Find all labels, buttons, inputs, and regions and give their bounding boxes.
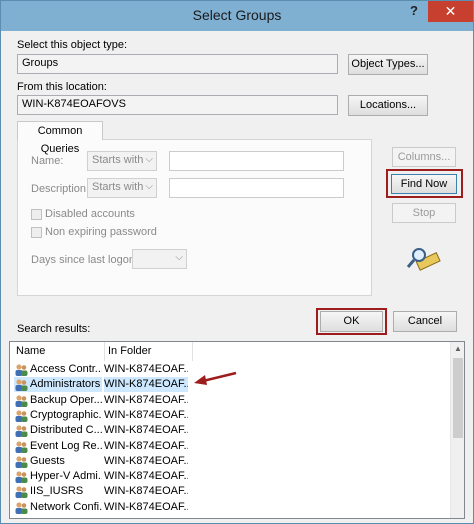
- row-folder: WIN-K874EOAF...: [104, 393, 188, 406]
- locations-button[interactable]: Locations...: [348, 95, 428, 116]
- group-icon: [15, 410, 28, 422]
- row-name-cell: Distributed C...: [14, 423, 102, 438]
- object-type-label: Select this object type:: [17, 39, 128, 51]
- days-since-logon-label: Days since last logon:: [31, 254, 138, 266]
- row-name-cell: Backup Oper...: [14, 393, 102, 408]
- row-folder: WIN-K874EOAF...: [104, 377, 188, 393]
- table-row[interactable]: Backup Oper... WIN-K874EOAF...: [10, 393, 450, 408]
- row-name: Network Confi...: [30, 500, 102, 513]
- row-name-cell: Guests: [14, 454, 102, 469]
- cancel-button[interactable]: Cancel: [393, 311, 457, 332]
- group-icon: [15, 486, 28, 499]
- chevron-down-icon: ⌵: [145, 154, 153, 165]
- help-button[interactable]: ?: [403, 3, 425, 23]
- object-type-field: Groups: [17, 54, 338, 74]
- description-input[interactable]: [169, 178, 344, 198]
- object-types-button[interactable]: Object Types...: [348, 54, 428, 75]
- table-row[interactable]: Cryptographic... WIN-K874EOAF...: [10, 408, 450, 423]
- column-divider[interactable]: [192, 342, 193, 361]
- row-name: Guests: [30, 454, 65, 467]
- red-arrow-icon: [191, 369, 239, 387]
- column-header-name[interactable]: Name: [16, 342, 45, 361]
- row-name-cell: Hyper-V Admi...: [14, 469, 102, 484]
- row-name: Event Log Re...: [30, 439, 102, 452]
- find-now-button[interactable]: Find Now: [391, 174, 457, 194]
- row-folder: WIN-K874EOAF...: [104, 439, 188, 452]
- non-expiring-password-checkbox[interactable]: [31, 227, 42, 238]
- table-row[interactable]: Guests WIN-K874EOAF...: [10, 454, 450, 469]
- column-header-folder[interactable]: In Folder: [108, 342, 151, 361]
- scroll-up-icon[interactable]: ▲: [454, 344, 462, 353]
- row-name: Backup Oper...: [30, 393, 102, 406]
- row-name: Administrators: [30, 378, 101, 391]
- name-label: Name:: [31, 155, 64, 167]
- close-icon: ✕: [444, 3, 457, 19]
- table-row[interactable]: IIS_IUSRS WIN-K874EOAF...: [10, 484, 450, 499]
- title-bar: Select Groups ? ✕: [1, 1, 473, 31]
- row-name: Access Contr...: [30, 363, 102, 375]
- description-mode-select[interactable]: Starts with ⌵: [87, 178, 157, 198]
- table-row[interactable]: Network Confi... WIN-K874EOAF...: [10, 500, 450, 515]
- days-since-logon-select[interactable]: ⌵: [132, 249, 187, 269]
- table-row[interactable]: Hyper-V Admi... WIN-K874EOAF...: [10, 469, 450, 484]
- select-groups-dialog: Select Groups ? ✕ Select this object typ…: [0, 0, 474, 524]
- group-icon: [15, 364, 28, 376]
- row-name-cell: Access Contr...: [14, 362, 102, 377]
- chevron-down-icon: ⌵: [175, 252, 183, 263]
- row-folder: WIN-K874EOAF...: [104, 470, 188, 483]
- row-folder: WIN-K874EOAF...: [104, 408, 188, 421]
- disabled-accounts-label: Disabled accounts: [45, 208, 135, 220]
- results-scrollbar[interactable]: ▲: [450, 342, 464, 518]
- columns-button[interactable]: Columns...: [392, 147, 456, 167]
- row-name: Hyper-V Admi...: [30, 470, 102, 483]
- group-icon: [15, 456, 28, 468]
- description-label: Description:: [31, 183, 90, 195]
- row-name: Distributed C...: [30, 424, 102, 437]
- row-name-cell: Administrators: [14, 377, 102, 393]
- table-row[interactable]: Event Log Re... WIN-K874EOAF...: [10, 439, 450, 454]
- search-results-label: Search results:: [17, 323, 91, 335]
- search-results-list[interactable]: Name In Folder Access Contr... WIN-K874EO…: [9, 341, 465, 519]
- group-icon: [15, 502, 28, 514]
- row-name: Cryptographic...: [30, 408, 102, 421]
- location-field: WIN-K874EOAFOVS: [17, 95, 338, 115]
- description-mode-value: Starts with: [92, 181, 144, 193]
- chevron-down-icon: ⌵: [145, 181, 153, 192]
- stop-button[interactable]: Stop: [392, 203, 456, 223]
- name-input[interactable]: [169, 151, 344, 171]
- tab-common-queries[interactable]: Common Queries: [17, 121, 103, 155]
- row-name-cell: Event Log Re...: [14, 439, 102, 454]
- group-icon: [15, 379, 28, 392]
- row-folder: WIN-K874EOAF...: [104, 424, 188, 437]
- row-folder: WIN-K874EOAF...: [104, 363, 188, 375]
- name-mode-select[interactable]: Starts with ⌵: [87, 151, 157, 171]
- scrollbar-thumb[interactable]: [453, 358, 463, 438]
- ok-button[interactable]: OK: [320, 311, 383, 332]
- column-divider[interactable]: [104, 342, 105, 361]
- row-folder: WIN-K874EOAF...: [104, 485, 188, 498]
- non-expiring-password-label: Non expiring password: [45, 226, 157, 238]
- group-icon: [15, 471, 28, 484]
- table-row[interactable]: Distributed C... WIN-K874EOAF...: [10, 423, 450, 438]
- close-button[interactable]: ✕: [428, 1, 473, 22]
- row-folder: WIN-K874EOAF...: [104, 454, 188, 467]
- group-icon: [15, 425, 28, 438]
- row-name-cell: Cryptographic...: [14, 408, 102, 423]
- disabled-accounts-checkbox[interactable]: [31, 209, 42, 220]
- row-folder: WIN-K874EOAF...: [104, 500, 188, 513]
- row-name-cell: IIS_IUSRS: [14, 484, 102, 499]
- row-name-cell: Network Confi...: [14, 500, 102, 515]
- group-icon: [15, 440, 28, 453]
- row-name: IIS_IUSRS: [30, 485, 84, 498]
- group-icon: [15, 394, 28, 407]
- location-label: From this location:: [17, 81, 107, 93]
- search-icon: [405, 243, 441, 273]
- name-mode-value: Starts with: [92, 154, 144, 166]
